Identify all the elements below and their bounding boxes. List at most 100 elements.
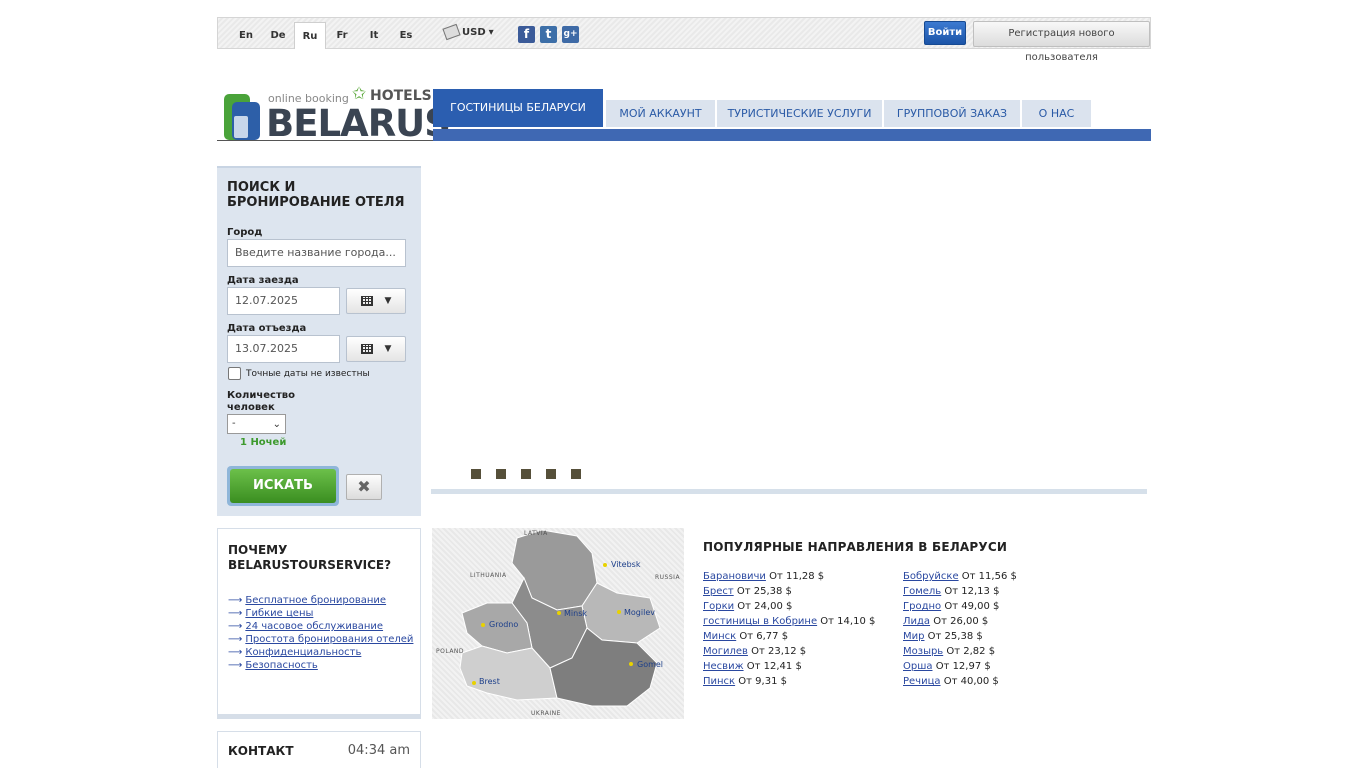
city-link[interactable]: Горки — [703, 601, 734, 612]
city-price: От 25,38 $ — [927, 631, 983, 642]
slider-dot[interactable] — [521, 469, 531, 479]
clear-button[interactable]: ✖ — [346, 474, 382, 500]
city-link[interactable]: Минск — [703, 631, 736, 642]
city-link[interactable]: Могилев — [703, 646, 748, 657]
why-link[interactable]: Конфиденциальность — [245, 647, 361, 658]
tab-tourist-services[interactable]: ТУРИСТИЧЕСКИЕ УСЛУГИ — [717, 100, 882, 127]
nav-underline — [433, 129, 1151, 141]
google-plus-icon[interactable]: g+ — [562, 26, 579, 43]
list-item: Бобруйске От 11,56 $ — [903, 569, 1017, 584]
list-item: ⟶ 24 часовое обслуживание — [228, 620, 413, 633]
contact-box: КОНТАКТ 04:34 am — [217, 731, 421, 768]
list-item: Гомель От 12,13 $ — [903, 584, 1017, 599]
checkout-label: Дата отъезда — [227, 323, 307, 334]
popular-directions: ПОПУЛЯРНЫЕ НАПРАВЛЕНИЯ В БЕЛАРУСИ Барано… — [703, 540, 1017, 687]
map-country-russia: RUSSIA — [655, 574, 681, 581]
checkout-calendar-button[interactable]: ▼ — [346, 336, 406, 362]
map-city-minsk[interactable]: Minsk — [564, 609, 587, 618]
slider-dot[interactable] — [546, 469, 556, 479]
map-city-gomel[interactable]: Gomel — [637, 660, 663, 669]
lang-es[interactable]: Es — [390, 22, 422, 49]
exact-dates-checkbox[interactable] — [228, 367, 241, 380]
city-link[interactable]: Мир — [903, 631, 924, 642]
map-graphic — [459, 529, 661, 707]
city-price: От 24,00 $ — [737, 601, 793, 612]
arrow-right-icon: ⟶ — [228, 608, 243, 619]
why-link[interactable]: Безопасность — [245, 660, 318, 671]
city-link[interactable]: Речица — [903, 676, 941, 687]
site-logo[interactable]: online booking ✩ HOTELS BELARUS — [222, 84, 451, 145]
city-price: От 25,38 $ — [736, 586, 792, 597]
map-country-latvia: LATVIA — [524, 530, 548, 537]
map-country-poland: POLAND — [436, 648, 465, 655]
city-link[interactable]: гостиницы в Кобрине — [703, 616, 817, 627]
city-link[interactable]: Барановичи — [703, 571, 766, 582]
city-link[interactable]: Мозырь — [903, 646, 943, 657]
why-list: ⟶ Бесплатное бронирование ⟶ Гибкие цены ⟶ 2… — [228, 594, 413, 672]
city-price: От 9,31 $ — [738, 676, 787, 687]
map-city-vitebsk[interactable]: Vitebsk — [611, 560, 640, 569]
currency-selector[interactable]: USD ▾ — [442, 23, 494, 41]
twitter-icon[interactable]: t — [540, 26, 557, 43]
currency-label: USD — [462, 26, 486, 38]
city-link[interactable]: Орша — [903, 661, 933, 672]
slider-dot[interactable] — [471, 469, 481, 479]
list-item: Минск От 6,77 $ — [703, 629, 875, 644]
tab-hotels-belarus[interactable]: ГОСТИНИЦЫ БЕЛАРУСИ — [433, 89, 603, 127]
guests-select[interactable]: - ⌄ — [227, 414, 286, 434]
lang-de[interactable]: De — [262, 22, 294, 49]
tab-my-account[interactable]: МОЙ АККАУНТ — [606, 100, 715, 127]
star-icon: ✩ — [352, 84, 367, 104]
guests-value: - — [232, 418, 236, 429]
city-input[interactable]: Введите название города... — [227, 239, 406, 267]
city-link[interactable]: Пинск — [703, 676, 735, 687]
search-button[interactable]: ИСКАТЬ — [227, 466, 339, 506]
why-link[interactable]: Бесплатное бронирование — [245, 595, 386, 606]
city-link[interactable]: Гомель — [903, 586, 941, 597]
list-item: Мир От 25,38 $ — [903, 629, 1017, 644]
city-price: От 12,13 $ — [944, 586, 1000, 597]
map-country-lithuania: LITHUANIA — [470, 572, 507, 579]
list-item: ⟶ Безопасность — [228, 659, 413, 672]
top-bar: En De Ru Fr It Es USD ▾ f t g+ Войти Рег… — [217, 17, 1151, 63]
search-panel: ПОИСК И БРОНИРОВАНИЕ ОТЕЛЯ Город Введите… — [217, 166, 421, 516]
checkout-input[interactable]: 13.07.2025 — [227, 335, 340, 363]
lang-it[interactable]: It — [358, 22, 390, 49]
city-price: От 49,00 $ — [944, 601, 1000, 612]
city-link[interactable]: Лида — [903, 616, 930, 627]
login-button[interactable]: Войти — [924, 21, 966, 45]
contact-title: КОНТАКТ — [228, 744, 294, 758]
checkin-input[interactable]: 12.07.2025 — [227, 287, 340, 315]
chevron-down-icon: ▼ — [384, 344, 392, 354]
city-link[interactable]: Гродно — [903, 601, 941, 612]
city-price: От 14,10 $ — [820, 616, 876, 627]
lang-en[interactable]: En — [230, 22, 262, 49]
why-link[interactable]: 24 часовое обслуживание — [245, 621, 383, 632]
map-city-brest[interactable]: Brest — [479, 677, 500, 686]
register-button[interactable]: Регистрация нового пользователя — [973, 21, 1150, 63]
tab-about[interactable]: О НАС — [1022, 100, 1091, 127]
slider-divider — [431, 489, 1147, 494]
city-link[interactable]: Бобруйске — [903, 571, 959, 582]
tab-group-order[interactable]: ГРУППОВОЙ ЗАКАЗ — [884, 100, 1020, 127]
chevron-down-icon: ▼ — [384, 296, 392, 306]
chevron-down-icon: ⌄ — [272, 419, 281, 430]
close-icon: ✖ — [357, 477, 371, 496]
why-link[interactable]: Гибкие цены — [245, 608, 313, 619]
facebook-icon[interactable]: f — [518, 26, 535, 43]
city-link[interactable]: Несвиж — [703, 661, 744, 672]
belarus-map[interactable]: Vitebsk Minsk Mogilev Grodno Brest Gomel… — [432, 528, 684, 719]
map-city-mogilev[interactable]: Mogilev — [624, 608, 655, 617]
popular-column-1: Барановичи От 11,28 $ Брест От 25,38 $ Г… — [703, 569, 875, 689]
city-link[interactable]: Брест — [703, 586, 734, 597]
map-city-grodno[interactable]: Grodno — [489, 620, 518, 629]
list-item: ⟶ Конфиденциальность — [228, 646, 413, 659]
lang-fr[interactable]: Fr — [326, 22, 358, 49]
checkin-calendar-button[interactable]: ▼ — [346, 288, 406, 314]
city-label: Город — [227, 227, 263, 238]
why-link[interactable]: Простота бронирования отелей — [245, 634, 413, 645]
slider-dot[interactable] — [571, 469, 581, 479]
lang-ru[interactable]: Ru — [294, 22, 326, 49]
slider-dot[interactable] — [496, 469, 506, 479]
list-item: Барановичи От 11,28 $ — [703, 569, 875, 584]
